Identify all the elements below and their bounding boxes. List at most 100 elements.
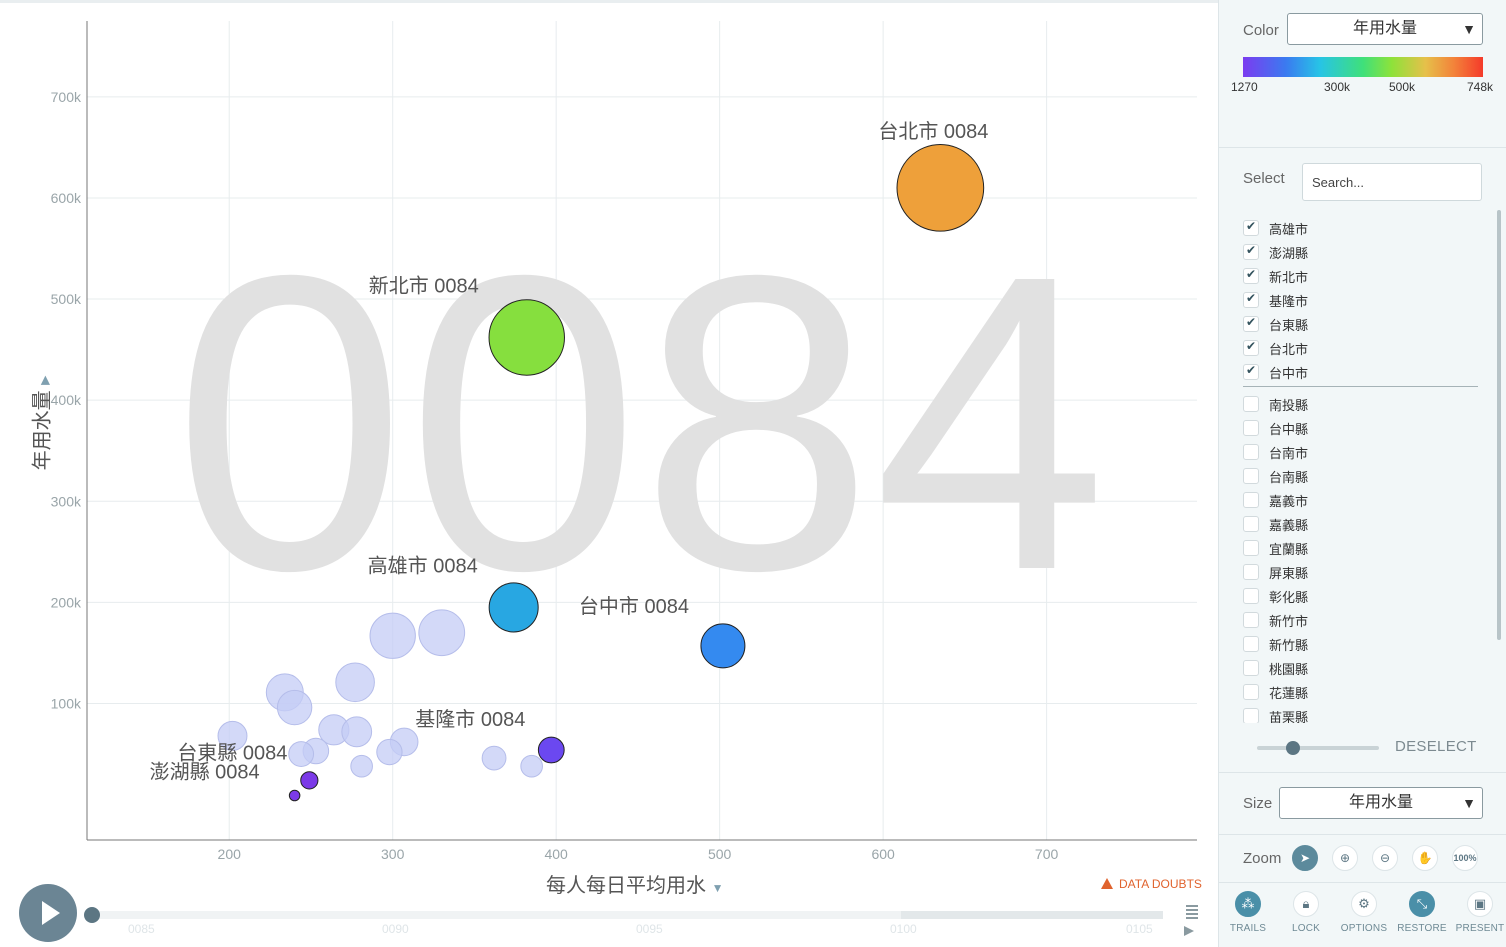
entity-item[interactable]: 新竹縣 xyxy=(1243,633,1308,655)
checkbox-checked[interactable] xyxy=(1243,219,1259,236)
checkbox[interactable] xyxy=(1243,564,1259,580)
entity-item-label: 桃園縣 xyxy=(1269,661,1309,677)
zoom-in-icon[interactable]: ⊕ xyxy=(1332,845,1358,871)
entity-item[interactable]: 宜蘭縣 xyxy=(1243,537,1308,559)
bubble-highlighted[interactable] xyxy=(488,299,565,376)
lock-button[interactable]: 🔒︎ LOCK xyxy=(1281,891,1331,934)
checkbox-checked[interactable] xyxy=(1243,243,1259,260)
checkbox-checked[interactable] xyxy=(1243,291,1259,308)
checkbox[interactable] xyxy=(1243,588,1259,604)
checkbox[interactable] xyxy=(1243,396,1259,412)
color-scale-bar[interactable] xyxy=(1243,57,1483,77)
entity-item[interactable]: 桃園縣 xyxy=(1243,657,1308,679)
restore-button[interactable]: ⤡ RESTORE xyxy=(1397,891,1447,934)
bubble-highlighted[interactable] xyxy=(537,736,565,764)
trails-icon: ⁂ xyxy=(1235,891,1261,917)
trails-button[interactable]: ⁂ TRAILS xyxy=(1223,891,1273,934)
checkbox[interactable] xyxy=(1243,420,1259,436)
bubble-highlighted[interactable] xyxy=(700,623,746,669)
checkbox[interactable] xyxy=(1243,516,1259,532)
bubble[interactable] xyxy=(418,609,466,657)
timeline-menu-icon[interactable] xyxy=(1186,905,1198,921)
bubble-chart[interactable]: 0084 200 300 400 500 600 700 100k 200k 300k 400k 5… xyxy=(0,3,1218,947)
bubble-highlighted[interactable] xyxy=(300,771,319,790)
y-axis-title[interactable]: 年用水量 ▶ xyxy=(26,376,55,471)
bubble[interactable] xyxy=(276,689,313,726)
bubble[interactable] xyxy=(481,745,507,771)
zoom-reset-button[interactable]: 100% xyxy=(1452,845,1478,871)
entity-item[interactable]: 彰化縣 xyxy=(1243,585,1308,607)
entity-item[interactable]: 嘉義縣 xyxy=(1243,513,1308,535)
entity-item[interactable]: 台南市 xyxy=(1243,441,1308,463)
entity-item[interactable]: 南投縣 xyxy=(1243,393,1308,415)
y-tick-label: 600k xyxy=(51,190,82,206)
checkbox[interactable] xyxy=(1243,540,1259,556)
size-dropdown-value: 年用水量 xyxy=(1348,794,1413,811)
checkbox-checked[interactable] xyxy=(1243,267,1259,284)
timeline-handle[interactable] xyxy=(84,907,100,923)
x-axis-dropdown-icon[interactable]: ▼ xyxy=(712,881,724,895)
size-dropdown[interactable]: 年用水量 ▼ xyxy=(1279,787,1483,819)
color-scale-label: 748k xyxy=(1467,80,1494,94)
checkbox[interactable] xyxy=(1243,660,1259,676)
checkbox[interactable] xyxy=(1243,684,1259,700)
bubble-label: 台中市 0084 xyxy=(579,595,689,618)
present-icon: ▣ xyxy=(1467,891,1493,917)
entity-item[interactable]: 台中縣 xyxy=(1243,417,1308,439)
opacity-slider-track[interactable] xyxy=(1257,746,1379,750)
checkbox-checked[interactable] xyxy=(1243,339,1259,356)
forward-icon[interactable] xyxy=(1184,926,1194,936)
entity-item[interactable]: 新竹市 xyxy=(1243,609,1308,631)
bubble[interactable] xyxy=(520,754,543,778)
present-button[interactable]: ▣ PRESENT xyxy=(1455,891,1505,934)
entity-item[interactable]: 屏東縣 xyxy=(1243,561,1308,583)
checkbox[interactable] xyxy=(1243,612,1259,628)
zoom-out-icon[interactable]: ⊖ xyxy=(1372,845,1398,871)
color-dropdown[interactable]: 年用水量 ▼ xyxy=(1287,13,1483,45)
bubble[interactable] xyxy=(288,741,315,767)
entity-item[interactable]: 新北市 xyxy=(1243,265,1308,287)
entity-item[interactable]: 花蓮縣 xyxy=(1243,681,1308,703)
checkbox-checked[interactable] xyxy=(1243,363,1259,380)
play-button[interactable] xyxy=(19,884,77,942)
list-scrollbar[interactable] xyxy=(1497,210,1501,640)
search-input[interactable] xyxy=(1302,163,1482,201)
bubble-highlighted[interactable] xyxy=(896,143,985,232)
entity-item[interactable]: 高雄市 xyxy=(1243,217,1308,239)
options-button[interactable]: ⚙ OPTIONS xyxy=(1339,891,1389,934)
entity-item[interactable]: 基隆市 xyxy=(1243,289,1308,311)
entity-item[interactable]: 澎湖縣 xyxy=(1243,241,1308,263)
bubble[interactable] xyxy=(350,754,373,778)
bubble[interactable] xyxy=(341,716,373,748)
entity-item[interactable]: 嘉義市 xyxy=(1243,489,1308,511)
y-axis-dropdown-icon[interactable]: ▶ xyxy=(38,376,52,385)
entity-item[interactable]: 台北市 xyxy=(1243,337,1308,359)
bubble-highlighted[interactable] xyxy=(488,582,539,633)
timeline-tick: 0095 xyxy=(636,922,663,936)
data-doubts-link[interactable]: DATA DOUBTS xyxy=(1101,877,1202,891)
bubble[interactable] xyxy=(369,612,416,659)
x-axis-title[interactable]: 每人每日平均用水 ▼ xyxy=(546,869,723,898)
entity-item[interactable]: 台中市 xyxy=(1243,361,1308,383)
options-label: OPTIONS xyxy=(1340,923,1388,934)
bubble-highlighted[interactable] xyxy=(288,789,301,802)
checkbox[interactable] xyxy=(1243,708,1259,723)
entity-item-label: 台北市 xyxy=(1269,341,1309,357)
checkbox[interactable] xyxy=(1243,444,1259,460)
gear-icon: ⚙ xyxy=(1351,891,1377,917)
entity-item[interactable]: 苗栗縣 xyxy=(1243,705,1308,723)
opacity-slider-handle[interactable] xyxy=(1286,741,1300,755)
bubble[interactable] xyxy=(335,662,375,703)
bubble-label: 台北市 0084 xyxy=(878,120,988,143)
pointer-icon[interactable]: ➤ xyxy=(1292,845,1318,871)
entity-item[interactable]: 台東縣 xyxy=(1243,313,1308,335)
entity-item[interactable]: 台南縣 xyxy=(1243,465,1308,487)
checkbox-checked[interactable] xyxy=(1243,315,1259,332)
checkbox[interactable] xyxy=(1243,492,1259,508)
checkbox[interactable] xyxy=(1243,636,1259,652)
checkbox[interactable] xyxy=(1243,468,1259,484)
bubble[interactable] xyxy=(376,738,403,766)
deselect-button[interactable]: DESELECT xyxy=(1395,738,1477,755)
timeline-tick: 0085 xyxy=(128,922,155,936)
hand-pan-icon[interactable]: ✋ xyxy=(1412,845,1438,871)
